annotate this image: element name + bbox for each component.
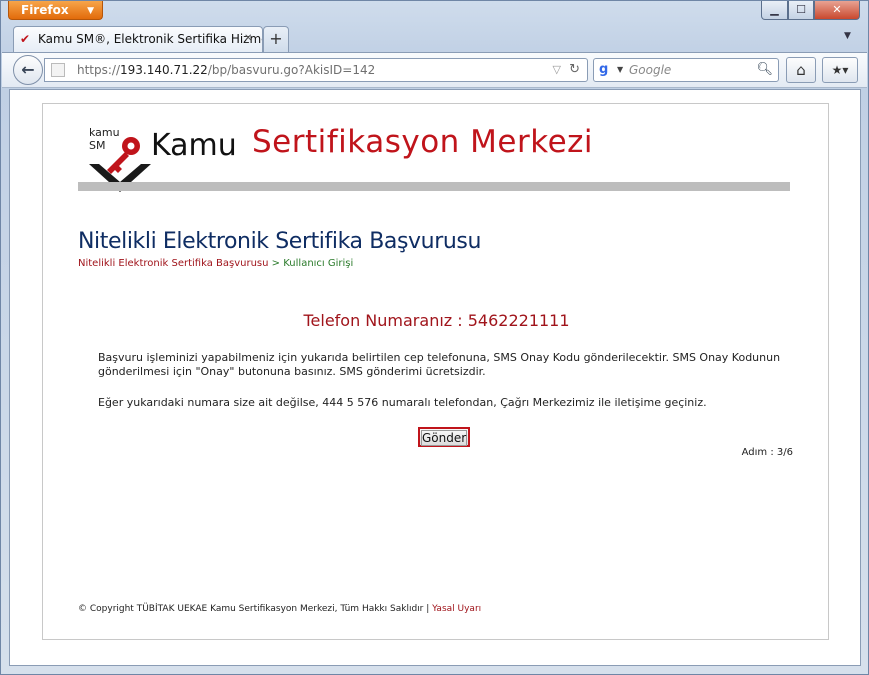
home-button[interactable]: ⌂	[786, 57, 816, 83]
footer-org: TÜBİTAK UEKAE Kamu Sertifikasyon Merkezi…	[136, 604, 424, 614]
breadcrumb-current: Kullanıcı Girişi	[283, 258, 354, 269]
tab-list-icon[interactable]: ▼	[844, 31, 851, 41]
copyright-text: © Copyright	[78, 604, 134, 614]
step-indicator: Adım : 3/6	[741, 447, 793, 458]
page-container: kamu SM Kamu Sertifikasyon Merkezi Niteli…	[42, 103, 829, 640]
address-bar[interactable]: https://193.140.71.22/bp/basvuru.go?Akis…	[44, 58, 588, 82]
tab-title: Kamu SM®, Elektronik Sertifika Hizmetl..…	[38, 32, 262, 46]
search-box[interactable]: g ▼ Google 🔍︎	[593, 58, 779, 82]
minimize-button[interactable]: ▁	[761, 1, 788, 20]
google-engine-icon[interactable]: g	[599, 62, 615, 78]
page-viewport: kamu SM Kamu Sertifikasyon Merkezi Niteli…	[9, 89, 861, 666]
send-button-label: Gönder	[421, 430, 467, 446]
footer-separator: |	[426, 604, 430, 614]
new-tab-button[interactable]: +	[263, 26, 289, 52]
url-text: https://193.140.71.22/bp/basvuru.go?Akis…	[77, 63, 376, 77]
breadcrumb-link[interactable]: Nitelikli Elektronik Sertifika Başvurusu	[78, 258, 268, 269]
firefox-menu-label: Firefox	[21, 3, 69, 17]
breadcrumb: Nitelikli Elektronik Sertifika Başvurusu…	[78, 258, 353, 269]
chevron-down-icon: ▼	[87, 6, 94, 16]
maximize-button[interactable]: ☐	[788, 1, 814, 20]
close-tab-icon[interactable]: ✕	[244, 33, 256, 45]
legal-notice-link[interactable]: Yasal Uyarı	[432, 604, 481, 614]
favicon-icon: ✔	[20, 32, 31, 46]
bookmarks-button[interactable]: ★▾	[822, 57, 858, 83]
browser-window: Firefox ▼ ▁ ☐ ✕ ✔ Kamu SM®, Elektronik Se…	[0, 0, 869, 675]
search-icon[interactable]: 🔍︎	[756, 59, 773, 81]
logo-sertifikasyon-merkezi: Sertifikasyon Merkezi	[252, 124, 594, 160]
back-button[interactable]: ←	[13, 55, 43, 85]
close-window-button[interactable]: ✕	[814, 1, 860, 20]
send-button[interactable]: Gönder	[418, 427, 470, 447]
history-dropdown-icon[interactable]: ▽	[553, 59, 561, 81]
site-identity-icon[interactable]	[51, 63, 65, 77]
info-paragraph: Başvuru işleminizi yapabilmeniz için yuk…	[98, 351, 781, 378]
tab-active[interactable]: ✔ Kamu SM®, Elektronik Sertifika Hizmetl…	[13, 26, 263, 52]
footer: © Copyright TÜBİTAK UEKAE Kamu Sertifika…	[78, 604, 481, 614]
breadcrumb-separator: >	[271, 258, 281, 269]
search-placeholder: Google	[629, 63, 672, 77]
phone-number-heading: Telefon Numaranız : 5462221111	[303, 311, 570, 330]
page-title: Nitelikli Elektronik Sertifika Başvurusu	[78, 229, 481, 254]
firefox-menu-button[interactable]: Firefox ▼	[8, 1, 103, 20]
logo-kamu: Kamu	[151, 128, 237, 163]
reload-icon[interactable]: ↻	[569, 59, 580, 81]
chevron-down-icon[interactable]: ▼	[617, 59, 623, 81]
logo-underline	[78, 182, 790, 191]
help-paragraph: Eğer yukarıdaki numara size ait değilse,…	[98, 396, 707, 409]
